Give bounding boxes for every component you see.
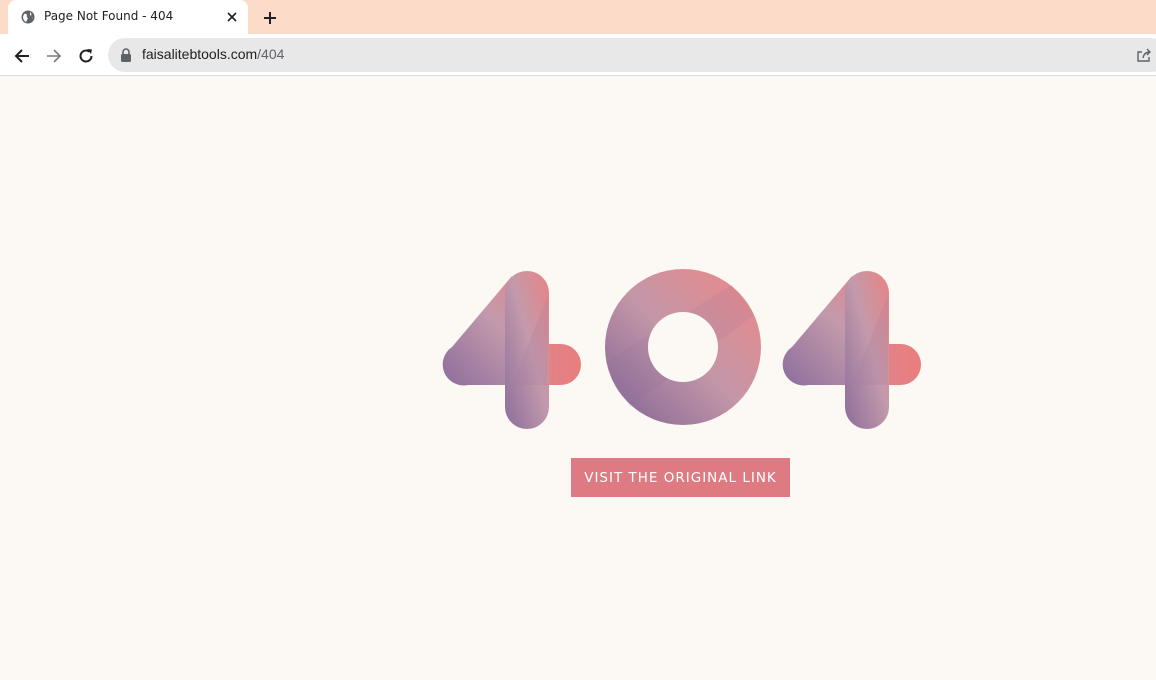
visit-original-link-button[interactable]: VISIT THE ORIGINAL LINK	[571, 458, 790, 497]
url-path: /404	[257, 46, 285, 62]
error-code-graphic: 404	[442, 269, 921, 429]
browser-tab[interactable]: Page Not Found - 404	[8, 0, 248, 34]
lock-icon	[121, 48, 131, 62]
tab-strip: Page Not Found - 404	[0, 0, 1156, 34]
url-text: faisalitebtools.com/404	[142, 46, 284, 62]
back-arrow-icon[interactable]	[8, 42, 36, 70]
forward-arrow-icon[interactable]	[40, 42, 68, 70]
close-tab-icon[interactable]	[224, 9, 240, 25]
digit-four-right	[782, 271, 921, 429]
tab-title: Page Not Found - 404	[44, 9, 174, 23]
browser-toolbar: faisalitebtools.com/404	[0, 34, 1156, 76]
digit-four-left	[442, 271, 581, 429]
url-host: faisalitebtools.com	[142, 46, 258, 62]
address-bar[interactable]: faisalitebtools.com/404	[108, 38, 1156, 72]
digit-zero	[605, 269, 761, 425]
globe-icon	[21, 10, 35, 24]
new-tab-icon[interactable]	[259, 7, 281, 29]
share-icon[interactable]	[1136, 47, 1152, 63]
reload-icon[interactable]	[72, 42, 100, 70]
page-content: 404	[0, 77, 1156, 680]
